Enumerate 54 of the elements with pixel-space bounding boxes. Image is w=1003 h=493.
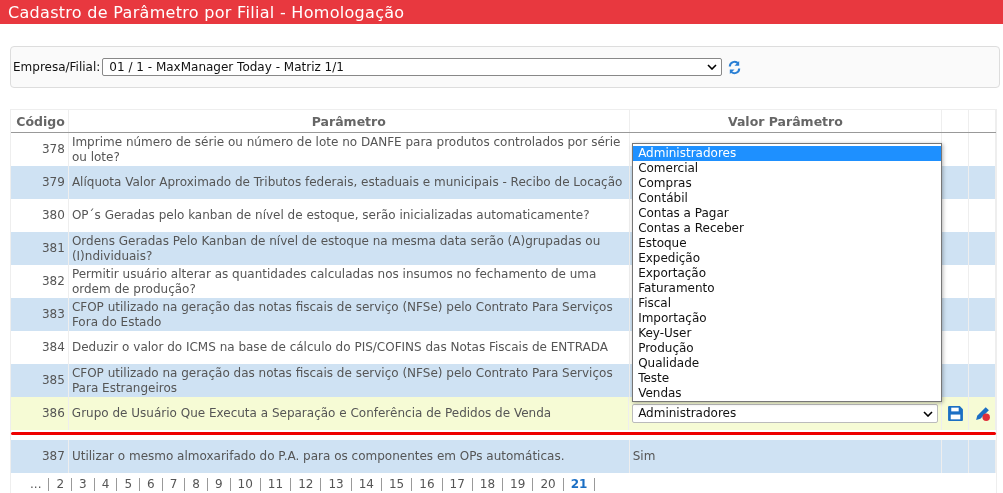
page-title: Cadastro de Parâmetro por Filial - Homologação bbox=[8, 2, 405, 22]
page-link[interactable]: 21 bbox=[563, 478, 596, 491]
dropdown-option[interactable]: Contas a Receber bbox=[633, 221, 942, 236]
page-link[interactable]: 4 bbox=[94, 478, 118, 491]
page-link[interactable]: 7 bbox=[162, 478, 186, 491]
page-link[interactable]: 14 bbox=[351, 478, 382, 491]
dropdown-option[interactable]: Produção bbox=[633, 341, 942, 356]
save-icon[interactable] bbox=[946, 405, 964, 422]
dropdown-option[interactable]: Key-User bbox=[633, 326, 942, 341]
page-link[interactable]: 8 bbox=[185, 478, 208, 491]
page-link[interactable]: 18 bbox=[472, 478, 504, 491]
value-select[interactable]: Administradores bbox=[632, 404, 939, 423]
dropdown-option[interactable]: Comercial bbox=[633, 161, 942, 176]
chevron-down-icon bbox=[707, 64, 718, 70]
value-cell: Sim bbox=[632, 449, 656, 464]
page-link[interactable]: 19 bbox=[503, 478, 534, 491]
page-link[interactable]: 17 bbox=[442, 478, 473, 491]
parameter-cell: Utilizar o mesmo almoxarifado do P.A. para os componentes em OPs automáticas. bbox=[68, 440, 630, 473]
column-header: Valor Parâmetro bbox=[629, 110, 943, 132]
dropdown-option[interactable]: Compras bbox=[633, 176, 942, 191]
page-link[interactable]: 10 bbox=[230, 478, 261, 491]
dropdown-option[interactable]: Contas a Pagar bbox=[633, 206, 942, 221]
dropdown-option[interactable]: Qualidade bbox=[633, 356, 942, 371]
page-link[interactable]: 6 bbox=[140, 478, 163, 491]
page-link[interactable]: 13 bbox=[321, 478, 352, 491]
code-cell: 386 bbox=[11, 397, 69, 430]
page-link[interactable]: 12 bbox=[291, 478, 322, 491]
page-link[interactable]: 16 bbox=[412, 478, 443, 491]
page-link[interactable]: 15 bbox=[382, 478, 413, 491]
dropdown-option[interactable]: Estoque bbox=[633, 236, 942, 251]
page-link[interactable]: 11 bbox=[260, 478, 292, 491]
dropdown-option[interactable]: Importação bbox=[633, 311, 942, 326]
dropdown-option[interactable]: Contábil bbox=[633, 191, 942, 206]
pencil-icon[interactable] bbox=[973, 405, 991, 422]
column-header: Código bbox=[11, 110, 69, 132]
refresh-icon[interactable] bbox=[727, 59, 743, 75]
page-link[interactable]: 3 bbox=[72, 478, 95, 491]
dropdown-option[interactable]: Faturamento bbox=[633, 281, 942, 296]
company-branch-label: Empresa/Filial: bbox=[13, 60, 101, 74]
column-header: Parâmetro bbox=[68, 110, 630, 132]
dropdown-option[interactable]: Vendas bbox=[633, 386, 942, 401]
page-link[interactable]: 5 bbox=[117, 478, 140, 491]
page-link[interactable]: 2 bbox=[49, 478, 73, 491]
page-link[interactable]: ... bbox=[23, 478, 50, 491]
chevron-down-icon bbox=[923, 410, 934, 417]
dropdown-option[interactable]: Expedição bbox=[633, 251, 942, 266]
dropdown-option[interactable]: Teste bbox=[633, 371, 942, 386]
page-link[interactable]: 20 bbox=[533, 478, 564, 491]
page-link[interactable]: 9 bbox=[207, 478, 231, 491]
dropdown-option[interactable]: Fiscal bbox=[633, 296, 942, 311]
parameter-cell: Grupo de Usuário Que Executa a Separação e Conferência de Pedidos de Venda bbox=[68, 397, 630, 430]
dropdown-option[interactable]: Exportação bbox=[633, 266, 942, 281]
code-cell: 387 bbox=[11, 440, 69, 473]
company-branch-select[interactable]: 01 / 1 - MaxManager Today - Matriz 1/1 bbox=[102, 58, 723, 76]
